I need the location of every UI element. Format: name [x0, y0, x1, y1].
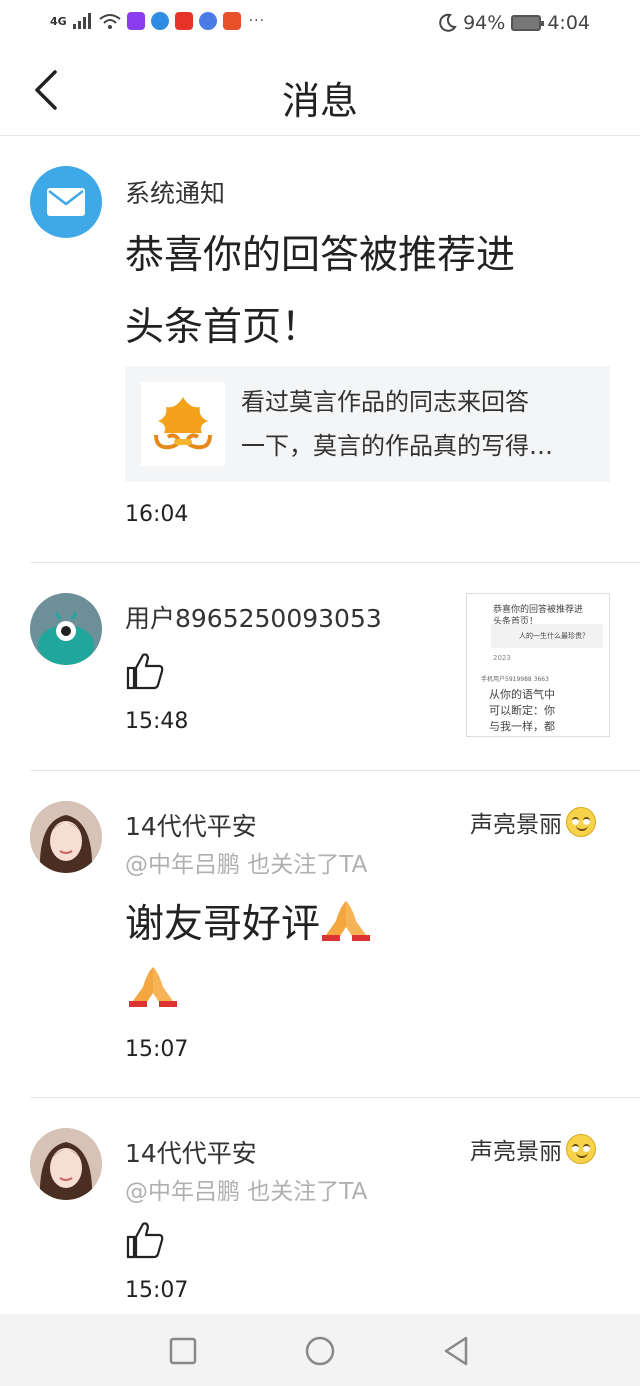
sender-name[interactable]: 14代代平安	[125, 807, 257, 843]
page-title: 消息	[281, 79, 358, 123]
user-photo-icon	[30, 801, 102, 873]
app-browser-icon	[150, 12, 169, 30]
header: 消息	[0, 48, 640, 136]
thumbs-up-icon	[126, 1222, 164, 1259]
battery-percent: 94%	[463, 12, 506, 34]
recent-apps-button[interactable]	[166, 1334, 200, 1368]
signal-indicator: 4G	[50, 14, 67, 28]
user-photo-icon	[30, 1128, 102, 1200]
right-user[interactable]: 声亮景丽	[470, 805, 596, 839]
wifi-icon	[99, 14, 121, 29]
mail-icon	[47, 188, 85, 216]
pray-emoji-icon	[129, 967, 177, 1007]
quote-thumbnail	[141, 382, 225, 466]
quote-line2: 一下，莫言的作品真的写得…	[241, 432, 553, 460]
content-thumbnail[interactable]: 恭喜你的回答被推荐进 头条首页！ 人的一生什么最珍贵？ 2023 手机用户591…	[466, 593, 610, 737]
thumbnail-year: 2023	[493, 654, 511, 662]
message-item-like[interactable]: 用户8965250093053 15:48 恭喜你的回答被推荐进 头条首页！ 人…	[0, 563, 640, 771]
system-nav-bar	[0, 1314, 640, 1386]
thumbs-up-icon	[126, 653, 164, 690]
mention-line[interactable]: @中年吕鹏 也关注了TA	[125, 1172, 367, 1206]
thumbnail-body1: 从你的语气中	[489, 688, 555, 701]
mention-line[interactable]: @中年吕鹏 也关注了TA	[125, 845, 367, 879]
right-user-name: 声亮景丽	[470, 812, 562, 838]
monster-avatar-icon	[38, 612, 94, 665]
comment-text: 谢友哥好评	[125, 895, 372, 955]
app-toutiao-icon	[174, 12, 193, 30]
message-item-comment[interactable]: 14代代平安 @中年吕鹏 也关注了TA 声亮景丽 谢友哥好评 15:07	[0, 771, 640, 1098]
thumbnail-body3: 与我一样，都	[489, 720, 555, 733]
more-notifications: ···	[248, 13, 266, 29]
quote-text: 看过莫言作品的同志来回答 一下，莫言的作品真的写得…	[241, 380, 599, 468]
home-button[interactable]	[303, 1334, 337, 1368]
avatar[interactable]	[30, 1128, 102, 1200]
battery-icon	[511, 15, 545, 31]
quote-card[interactable]: 看过莫言作品的同志来回答 一下，莫言的作品真的写得…	[125, 366, 610, 482]
message-time: 15:07	[125, 1037, 189, 1062]
quote-line1: 看过莫言作品的同志来回答	[241, 388, 529, 416]
avatar[interactable]	[30, 593, 102, 665]
right-user-name: 声亮景丽	[470, 1139, 562, 1165]
status-left: 4G ···	[50, 12, 265, 30]
status-bar: 4G ··· 94% 4:04	[0, 0, 640, 48]
moon-icon	[439, 13, 457, 32]
smiley-icon	[566, 807, 596, 837]
smiley-icon	[566, 1134, 596, 1164]
notice-title-line2: 头条首页！	[125, 305, 321, 350]
avatar	[30, 166, 102, 238]
avatar[interactable]	[30, 801, 102, 873]
sender-name[interactable]: 用户8965250093053	[125, 599, 382, 635]
thumbnail-user: 手机用户5919988 3663	[481, 676, 549, 683]
app-m-icon	[126, 12, 145, 30]
right-user[interactable]: 声亮景丽	[470, 1132, 596, 1166]
comment-body: 谢友哥好评	[125, 902, 321, 947]
message-time: 15:48	[125, 709, 189, 734]
sender-name: 系统通知	[125, 179, 226, 208]
app-music-icon	[198, 12, 217, 30]
message-item-system[interactable]: 系统通知 恭喜你的回答被推荐进 头条首页！ 看过莫言作品的同志来回答 一下，莫言…	[0, 136, 640, 563]
clock: 4:04	[547, 12, 590, 34]
notice-title: 恭喜你的回答被推荐进 头条首页！	[125, 220, 595, 364]
back-nav-button[interactable]	[440, 1334, 474, 1368]
thumbnail-body2: 可以断定：你	[489, 704, 555, 717]
cloud-logo-icon	[154, 397, 212, 450]
signal-bars-icon	[72, 13, 91, 29]
message-item-like[interactable]: 14代代平安 @中年吕鹏 也关注了TA 声亮景丽 15:07	[0, 1098, 640, 1314]
notice-title-line1: 恭喜你的回答被推荐进	[125, 233, 516, 278]
status-right: 94% 4:04	[437, 12, 590, 34]
message-time: 16:04	[125, 502, 189, 527]
app-game-icon	[222, 12, 241, 30]
pray-emoji-icon	[322, 901, 371, 941]
thumbnail-box-text: 人的一生什么最珍贵？	[519, 632, 589, 640]
sender-name[interactable]: 14代代平安	[125, 1134, 257, 1170]
message-time: 15:07	[125, 1278, 189, 1303]
